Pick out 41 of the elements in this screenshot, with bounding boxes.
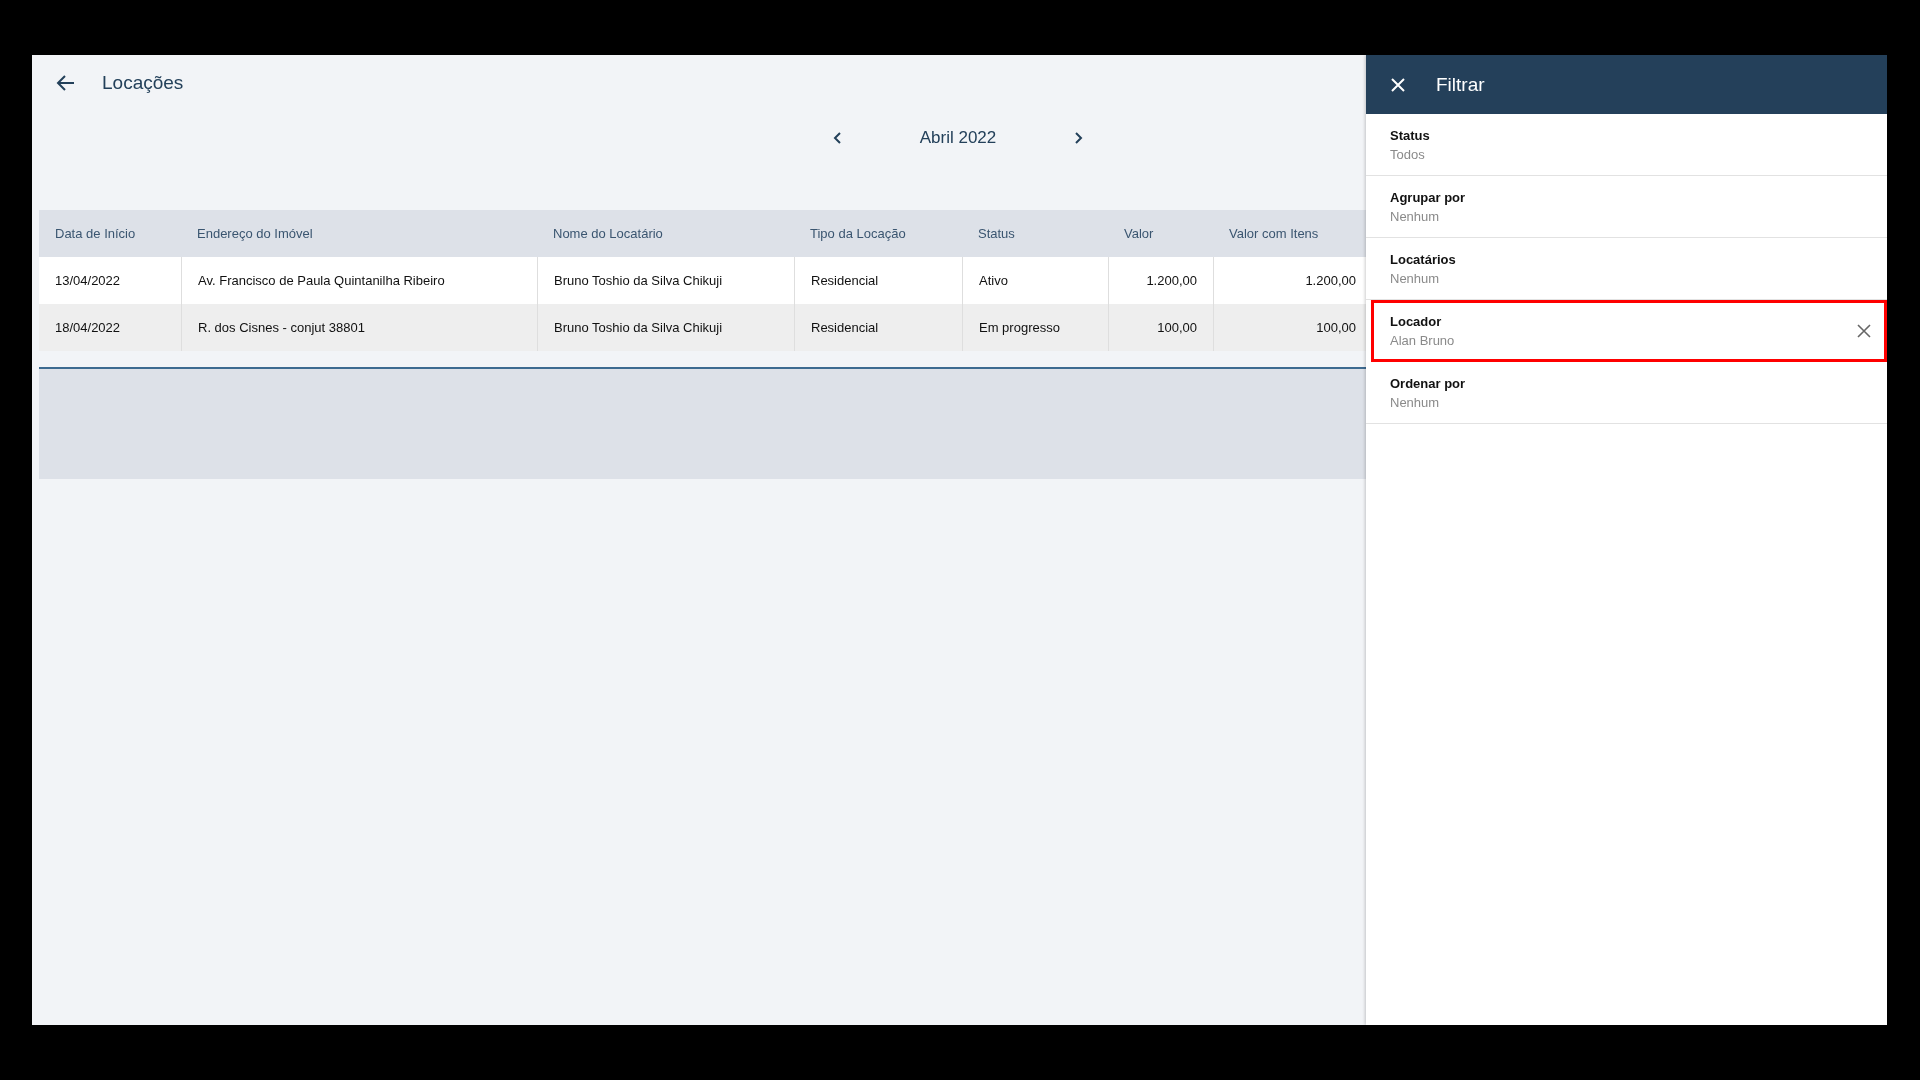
column-header[interactable]: Data de Início xyxy=(39,226,181,241)
chevron-right-icon xyxy=(1072,131,1084,145)
filter-label: Ordenar por xyxy=(1390,375,1466,391)
table-row[interactable]: 18/04/2022 R. dos Cisnes - conjut 38801 Bruno Toshio da Silva Chikuji Residencial Em progresso 100,00 100,00 xyxy=(39,304,1366,351)
filter-value: Nenhum xyxy=(1390,208,1441,224)
column-header[interactable]: Status xyxy=(962,226,1108,241)
clear-button[interactable] xyxy=(1855,321,1873,340)
table-cell-text: 13/04/2022 xyxy=(54,272,122,290)
column-header[interactable]: Nome do Locatário xyxy=(537,226,794,241)
filter-item[interactable]: Locatários Nenhum xyxy=(1366,238,1887,300)
filter-value: Nenhum xyxy=(1390,394,1441,410)
table-cell: R. dos Cisnes - conjut 38801 xyxy=(181,304,537,351)
filter-value: Nenhum xyxy=(1390,270,1441,286)
back-arrow-icon xyxy=(56,72,76,93)
filter-label: Status xyxy=(1390,127,1430,143)
chevron-left-icon xyxy=(832,131,844,145)
table-cell: Bruno Toshio da Silva Chikuji xyxy=(537,304,794,351)
panel-title: Filtrar xyxy=(1436,73,1485,96)
month-label: Abril 2022 xyxy=(918,128,998,148)
table-cell: 100,00 xyxy=(1108,304,1213,351)
filter-label: Locador xyxy=(1390,313,1443,329)
table-cell: Em progresso xyxy=(962,304,1108,351)
filter-item[interactable]: Locador Alan Bruno xyxy=(1371,300,1887,362)
column-header[interactable]: Valor xyxy=(1108,226,1213,241)
table-row[interactable]: 13/04/2022 Av. Francisco de Paula Quintanilha Ribeiro Bruno Toshio da Silva Chikuji Residencial Ativo 1.200,00 1.200,00 xyxy=(39,257,1366,304)
filter-value: Alan Bruno xyxy=(1390,332,1455,348)
filter-value: Todos xyxy=(1390,146,1426,162)
close-icon xyxy=(1390,76,1406,93)
filter-item[interactable]: Status Todos xyxy=(1366,114,1887,176)
table-cell-text: 18/04/2022 xyxy=(54,319,122,337)
filter-item[interactable]: Ordenar por Nenhum xyxy=(1366,362,1887,424)
page-title: Locações xyxy=(102,71,184,94)
filter-label: Agrupar por xyxy=(1390,189,1466,205)
column-header[interactable]: Tipo da Locação xyxy=(794,226,962,241)
column-header[interactable]: Valor com Itens xyxy=(1213,226,1366,241)
filter-label: Locatários xyxy=(1390,251,1456,267)
close-button[interactable] xyxy=(1390,76,1406,93)
filter-item[interactable]: Agrupar por Nenhum xyxy=(1366,176,1887,238)
column-header[interactable]: Endereço do Imóvel xyxy=(181,226,537,241)
close-icon xyxy=(1857,323,1871,338)
table-cell: Residencial xyxy=(794,304,962,351)
